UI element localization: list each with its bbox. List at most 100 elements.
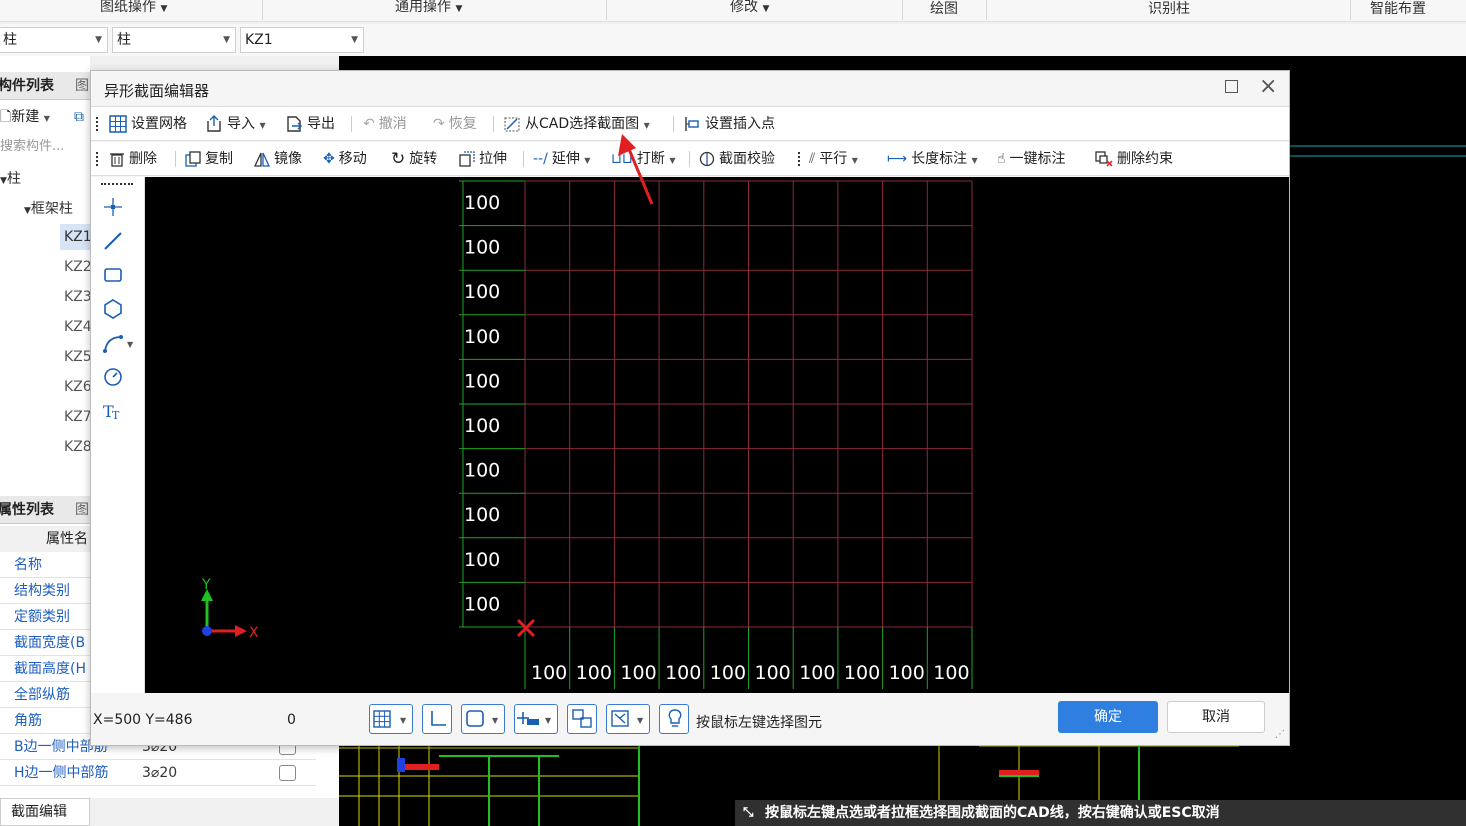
row-dimension-label: 100 [464, 549, 500, 571]
close-icon[interactable]: × [1259, 74, 1277, 99]
toolbar-divider [673, 116, 674, 132]
property-table-header: 属性名 [0, 526, 90, 552]
text-tool-icon[interactable]: TT [101, 399, 125, 423]
floor-select[interactable]: 柱 ▼ [0, 27, 108, 53]
property-checkbox[interactable] [279, 765, 296, 781]
property-list-title: 属性列表 [0, 502, 54, 518]
import-label: 导入 [227, 116, 255, 132]
tree-node-column[interactable]: ▼柱 [0, 168, 21, 188]
property-row[interactable]: H边一侧中部筋 3⌀20 [0, 760, 316, 786]
tree-item-kz8[interactable]: KZ8 [60, 434, 92, 460]
move-button[interactable]: ✥ 移动 [323, 142, 367, 176]
extend-button[interactable]: --/延伸 ▼ [533, 142, 590, 176]
y-axis-label: Y [201, 577, 211, 593]
tree-item-kz2[interactable]: KZ2 [60, 254, 92, 280]
import-button[interactable]: 导入 ▼ [205, 107, 266, 141]
ribbon-group-smart-layout[interactable]: 智能布置 [1370, 2, 1426, 24]
row-dimension-label: 100 [464, 460, 500, 482]
component-select[interactable]: KZ1 ▼ [240, 27, 364, 53]
section-edit-tab[interactable]: 截面编辑 [0, 798, 90, 826]
line-tool-icon[interactable] [101, 229, 125, 253]
cancel-button[interactable]: 取消 [1167, 701, 1265, 733]
delete-constraint-icon [1095, 151, 1113, 167]
property-drawing-tab[interactable]: 图 [75, 496, 89, 524]
toolbar-divider [493, 116, 494, 132]
mirror-button[interactable]: 镜像 [254, 142, 302, 176]
chevron-down-icon: ▼ [584, 156, 591, 165]
cad-status-bar: ⤡ 按鼠标左键点选或者拉框选择围成截面的CAD线，按右键确认或ESC取消 [735, 800, 1466, 826]
polygon-tool-icon[interactable] [101, 297, 125, 321]
ribbon-group-identify-column[interactable]: 识别柱 [1148, 2, 1190, 24]
caret-down-icon: ▼ [0, 176, 7, 186]
type-select[interactable]: 柱 ▼ [112, 27, 236, 53]
component-select-value: KZ1 [245, 32, 273, 48]
one-key-dimension-button[interactable]: ☝ 一键标注 [997, 142, 1066, 176]
property-value[interactable]: 3⌀20 [142, 760, 177, 786]
section-canvas[interactable]: 100 100 100 100 100 100 100 100 100 100 100 100 100… [145, 177, 1289, 693]
tree-item-kz7[interactable]: KZ7 [60, 404, 92, 430]
delete-constraint-button[interactable]: 删除约束 [1095, 142, 1173, 176]
ribbon-divider [902, 0, 903, 20]
section-check-button[interactable]: 截面校验 [699, 142, 775, 176]
ribbon-group-label: 绘图 [930, 1, 958, 17]
delete-button[interactable]: 删除 [109, 142, 157, 176]
property-name: 名称 [14, 557, 42, 573]
tree-item-kz4[interactable]: KZ4 [60, 314, 92, 340]
insert-point-toggle[interactable]: ▼ [514, 704, 558, 734]
drawing-tab[interactable]: 图 [75, 72, 89, 100]
chevron-down-icon: ▼ [43, 114, 50, 123]
axis-indicator: Y X [201, 577, 259, 641]
maximize-icon[interactable] [1225, 80, 1238, 93]
tree-item-kz6[interactable]: KZ6 [60, 374, 92, 400]
tips-toggle[interactable] [659, 704, 689, 734]
redo-label: 恢复 [448, 116, 477, 132]
copy-button[interactable]: 复制 [185, 142, 233, 176]
arc-tool-icon[interactable]: ▼ [101, 331, 137, 355]
ribbon-group-modify[interactable]: 修改 ▼ [730, 0, 769, 22]
new-icon: 🗋 [0, 109, 12, 125]
row-dimension-label: 100 [464, 415, 500, 437]
insert-point-marker [516, 618, 536, 638]
angle-readout: 0 [287, 712, 296, 728]
ribbon-group-drawing-ops[interactable]: 图纸操作 ▼ [100, 0, 167, 22]
ribbon-group-general-ops[interactable]: 通用操作 ▼ [395, 0, 462, 22]
grid-snap-toggle[interactable]: ▼ [369, 704, 413, 734]
rectangle-tool-icon[interactable] [101, 263, 125, 287]
set-grid-button[interactable]: 设置网格 [109, 107, 187, 141]
ribbon-group-draw[interactable]: 绘图 [930, 2, 958, 24]
tree-item-kz5[interactable]: KZ5 [60, 344, 92, 370]
export-button[interactable]: 导出 [285, 107, 335, 141]
point-tool-icon[interactable] [101, 195, 125, 219]
tree-item-kz3[interactable]: KZ3 [60, 284, 92, 310]
component-search-input[interactable]: 搜索构件... [0, 136, 90, 158]
resize-grip-icon[interactable]: ⋰ [1275, 729, 1285, 740]
ribbon-group-label: 智能布置 [1370, 1, 1426, 17]
stretch-button[interactable]: 拉伸 [459, 142, 507, 176]
copy-label: 复制 [205, 151, 233, 167]
ortho-toggle[interactable] [422, 704, 452, 734]
length-dimension-button[interactable]: ⟼ 长度标注 ▼ [887, 142, 978, 176]
parallel-button[interactable]: ⫽ 平行 ▼ [809, 142, 858, 176]
circle-tool-icon[interactable] [101, 365, 125, 389]
tree-node-label: 柱 [6, 171, 21, 187]
tree-node-frame-column[interactable]: ▼框架柱 [24, 198, 73, 218]
selection-mode-toggle[interactable]: ▼ [606, 704, 650, 734]
undo-button[interactable]: ↶ 撤消 [363, 107, 407, 141]
redo-button[interactable]: ↷ 恢复 [433, 107, 477, 141]
one-key-dimension-label: 一键标注 [1009, 151, 1066, 167]
new-component-button[interactable]: 🗋新建 ▼ [0, 104, 50, 132]
parallel-icon: ⫽ [809, 151, 816, 167]
object-snap-toggle[interactable]: ▼ [461, 704, 505, 734]
tree-item-kz1[interactable]: KZ1 [60, 224, 92, 250]
polar-toggle[interactable] [567, 704, 597, 734]
svg-text:▼: ▼ [637, 716, 644, 725]
rotate-button[interactable]: ↻ 旋转 [391, 142, 437, 176]
set-insert-point-button[interactable]: 设置插入点 [683, 107, 775, 141]
svg-text:▼: ▼ [492, 716, 499, 725]
ok-button[interactable]: 确定 [1058, 701, 1158, 733]
toolbar-divider [523, 151, 524, 167]
chevron-down-icon: ▼ [351, 35, 358, 45]
copy-component-icon[interactable]: ⧉ [74, 104, 84, 130]
ribbon-divider [1350, 0, 1351, 20]
hand-icon: ☝ [997, 151, 1006, 167]
